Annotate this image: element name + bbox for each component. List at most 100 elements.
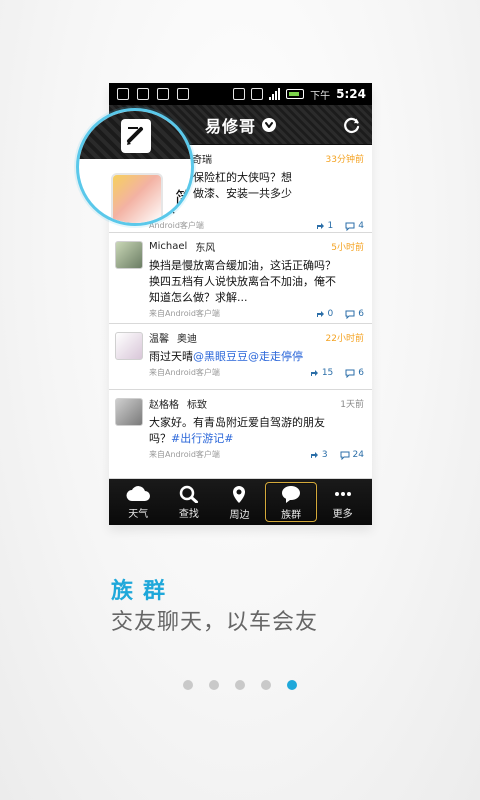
page-dot[interactable] xyxy=(235,680,245,690)
comment-icon xyxy=(345,369,355,378)
more-dots-icon xyxy=(334,491,351,496)
battery-icon xyxy=(286,89,305,99)
tab-label: 天气 xyxy=(128,508,149,520)
avatar[interactable] xyxy=(115,241,143,269)
share-icon xyxy=(310,451,318,458)
page-dot[interactable] xyxy=(209,680,219,690)
post-time: 5小时前 xyxy=(331,243,364,253)
post-footer: 来自Android客户端 3 24 xyxy=(149,449,364,460)
repost-count[interactable]: 0 xyxy=(315,308,334,319)
comment-count[interactable]: 24 xyxy=(340,450,364,460)
status-time: 5:24 xyxy=(336,87,366,101)
share-icon xyxy=(316,222,324,229)
warning-icon xyxy=(177,88,189,100)
notification-icon xyxy=(117,88,129,100)
post-line: 吗？#出行游记# xyxy=(149,431,364,447)
repost-number: 1 xyxy=(327,220,334,231)
mention-link[interactable]: @走走停停 xyxy=(248,350,303,363)
comment-number: 4 xyxy=(358,220,364,231)
post-meta: 温馨 奥迪 22小时前 xyxy=(149,330,364,345)
share-icon xyxy=(316,310,324,317)
magnifier-callout: 简 xyxy=(76,108,194,226)
post-meta: Michael 东风 5小时前 xyxy=(149,239,364,254)
avatar[interactable] xyxy=(115,332,143,360)
mute-icon xyxy=(233,88,246,100)
title-dropdown[interactable]: 易修哥 xyxy=(205,113,276,137)
post-text: 吗？ xyxy=(149,432,171,445)
tab-label: 更多 xyxy=(332,508,353,520)
page-dot[interactable] xyxy=(183,680,193,690)
tab-label: 族群 xyxy=(281,509,302,521)
comment-number: 24 xyxy=(352,449,364,460)
avatar[interactable] xyxy=(115,398,143,426)
comment-count[interactable]: 4 xyxy=(345,221,364,231)
comment-icon xyxy=(345,222,355,231)
post-content[interactable]: 大家好。有青岛附近爱自驾游的朋友 吗？#出行游记# xyxy=(149,415,364,447)
post-line: 换四五档有人说快放离合不加油，俺不 xyxy=(149,275,336,288)
tab-groups[interactable]: 族群 xyxy=(264,482,318,522)
list-item[interactable]: 赵格格 标致 1天前 大家好。有青岛附近爱自驾游的朋友 吗？#出行游记# 来自A… xyxy=(109,390,372,479)
post-line: 知道怎么做？求解... xyxy=(149,291,248,304)
topic-hashtag[interactable]: #出行游记# xyxy=(171,432,233,445)
signal-icon xyxy=(269,88,281,100)
post-counts: 1 4 xyxy=(315,221,364,231)
post-footer: Android客户端 1 4 xyxy=(149,220,364,231)
status-right: 下午 5:24 xyxy=(233,87,366,102)
share-icon xyxy=(310,369,318,376)
bottom-tab-bar: 天气 查找 周边 族群 更多 xyxy=(109,479,372,525)
post-car-brand: 奥迪 xyxy=(177,334,197,345)
page-title: 易修哥 xyxy=(204,116,256,136)
location-pin-icon xyxy=(233,485,246,503)
post-car-brand: 奇瑞 xyxy=(192,155,213,166)
usb-icon xyxy=(157,88,169,100)
tab-weather[interactable]: 天气 xyxy=(113,479,164,525)
tab-more[interactable]: 更多 xyxy=(317,479,368,525)
pencil-icon xyxy=(127,127,143,145)
comment-count[interactable]: 6 xyxy=(345,368,364,378)
page-indicator xyxy=(0,680,480,690)
repost-count[interactable]: 15 xyxy=(309,368,333,378)
refresh-button[interactable] xyxy=(342,115,362,135)
post-counts: 0 6 xyxy=(315,309,364,319)
post-username[interactable]: 赵格格 xyxy=(149,396,179,411)
post-source: 来自Android客户端 xyxy=(149,309,220,318)
repost-count[interactable]: 3 xyxy=(309,450,328,460)
status-ampm: 下午 xyxy=(310,90,331,102)
wifi-icon xyxy=(251,88,264,100)
post-time: 1天前 xyxy=(340,400,364,410)
tab-search[interactable]: 查找 xyxy=(164,479,215,525)
post-username[interactable]: 温馨 xyxy=(149,330,169,345)
post-source: 来自Android客户端 xyxy=(149,368,220,377)
comment-count[interactable]: 6 xyxy=(345,309,364,319)
status-bar: 下午 5:24 xyxy=(109,83,372,105)
post-source: 来自Android客户端 xyxy=(149,450,220,459)
post-footer: 来自Android客户端 0 6 xyxy=(149,308,364,319)
comment-number: 6 xyxy=(358,308,364,319)
repost-number: 0 xyxy=(327,308,334,319)
post-content[interactable]: 雨过天晴@黑眼豆豆@走走停停 xyxy=(149,349,364,365)
tab-label: 周边 xyxy=(229,509,250,521)
repost-count[interactable]: 1 xyxy=(315,220,334,231)
post-username[interactable]: Michael xyxy=(149,241,187,252)
post-car-brand: 标致 xyxy=(187,400,207,411)
post-counts: 15 6 xyxy=(309,368,364,378)
mention-link[interactable]: @黑眼豆豆 xyxy=(193,350,248,363)
post-time: 22小时前 xyxy=(325,334,364,344)
post-car-brand: 东风 xyxy=(195,243,216,254)
page-dot[interactable] xyxy=(261,680,271,690)
list-item[interactable]: Michael 东风 5小时前 换挡是慢放离合缓加油，这话正确吗？ 换四五档有人… xyxy=(109,233,372,324)
tab-nearby[interactable]: 周边 xyxy=(214,479,265,525)
magnified-compose-icon xyxy=(121,119,151,153)
page-dot-active[interactable] xyxy=(287,680,297,690)
comment-number: 6 xyxy=(358,367,364,378)
list-item[interactable]: 温馨 奥迪 22小时前 雨过天晴@黑眼豆豆@走走停停 来自Android客户端 … xyxy=(109,324,372,390)
post-line: 大家好。有青岛附近爱自驾游的朋友 xyxy=(149,416,325,429)
post-content[interactable]: 换挡是慢放离合缓加油，这话正确吗？ 换四五档有人说快放离合不加油，俺不 知道怎么… xyxy=(149,258,364,306)
search-icon xyxy=(179,485,198,503)
magnified-avatar xyxy=(111,173,163,223)
post-time: 33分钟前 xyxy=(325,155,364,165)
post-counts: 3 24 xyxy=(309,450,364,460)
tab-label: 查找 xyxy=(178,508,199,520)
post-text: 雨过天晴 xyxy=(149,350,193,363)
post-footer: 来自Android客户端 15 6 xyxy=(149,367,364,378)
